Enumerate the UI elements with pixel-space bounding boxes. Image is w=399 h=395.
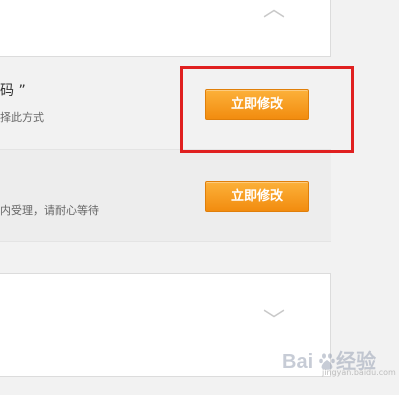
settings-row: 内受理，请耐心等待 立即修改 (0, 150, 331, 242)
svg-text:Bai: Bai (282, 351, 313, 373)
chevron-up-icon[interactable]: ︿ (263, 0, 285, 21)
modify-now-button[interactable]: 立即修改 (205, 181, 309, 212)
row-description: 内受理，请耐心等待 (0, 204, 99, 217)
highlight-annotation-box (180, 66, 354, 153)
row-title: 码 ” (0, 83, 26, 99)
chevron-down-icon[interactable]: ﹀ (263, 311, 285, 333)
watermark-url: jingyan.baidu.com (322, 368, 396, 377)
row-description: 择此方式 (0, 111, 44, 124)
